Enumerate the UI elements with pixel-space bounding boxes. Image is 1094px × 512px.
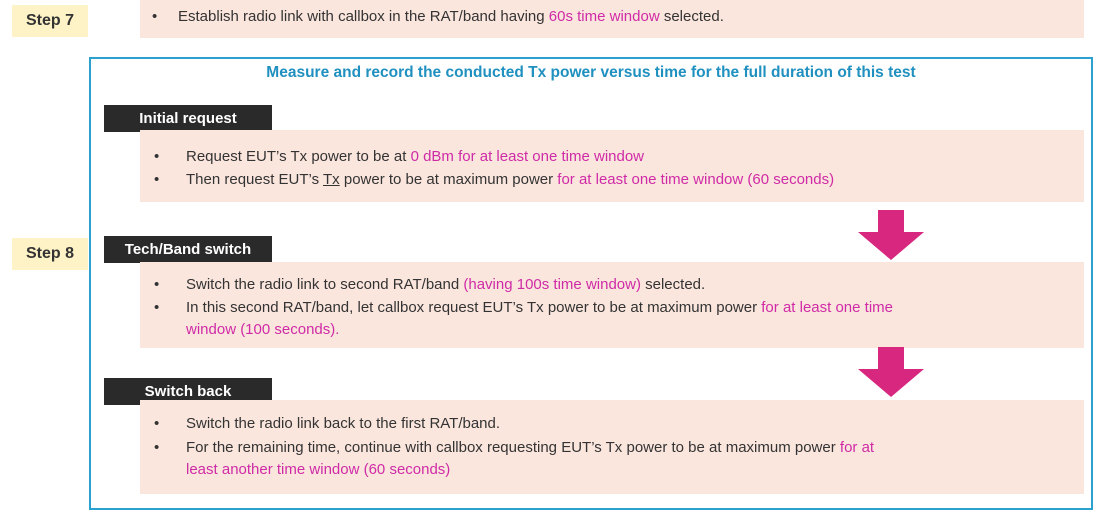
bullet: • [154, 299, 160, 316]
initial-request-box: • Request EUT’s Tx power to be at 0 dBm … [140, 130, 1084, 202]
initial-bullet-2: Then request EUT’s Tx power to be at max… [186, 171, 835, 188]
back-bullet-1: Switch the radio link back to the first … [186, 415, 501, 432]
switch-back-box: • Switch the radio link back to the firs… [140, 400, 1084, 494]
switch-bullet-2-continued: window (100 seconds). [186, 321, 340, 338]
step-7-box: • Establish radio link with callbox in t… [140, 0, 1084, 38]
section-initial-request-title: Initial request [104, 105, 272, 132]
step-7-text: Establish radio link with callbox in the… [178, 8, 724, 25]
bullet: • [154, 439, 160, 456]
frame-heading: Measure and record the conducted Tx powe… [266, 64, 916, 81]
bullet: • [154, 276, 160, 293]
bullet: • [154, 148, 160, 165]
bullet: • [154, 171, 160, 188]
arrow-down-icon [858, 347, 924, 397]
bullet: • [152, 8, 158, 25]
switch-bullet-2: In this second RAT/band, let callbox req… [186, 299, 893, 316]
initial-bullet-1: Request EUT’s Tx power to be at 0 dBm fo… [186, 148, 645, 165]
switch-bullet-1: Switch the radio link to second RAT/band… [186, 276, 706, 293]
step-8-label: Step 8 [12, 238, 88, 270]
back-bullet-2-continued: least another time window (60 seconds) [186, 461, 451, 478]
back-bullet-2: For the remaining time, continue with ca… [186, 439, 875, 456]
step-7-label: Step 7 [12, 5, 88, 37]
bullet: • [154, 415, 160, 432]
arrow-down-icon [858, 210, 924, 260]
section-tech-band-switch-title: Tech/Band switch [104, 236, 272, 263]
tech-band-switch-box: • Switch the radio link to second RAT/ba… [140, 262, 1084, 348]
